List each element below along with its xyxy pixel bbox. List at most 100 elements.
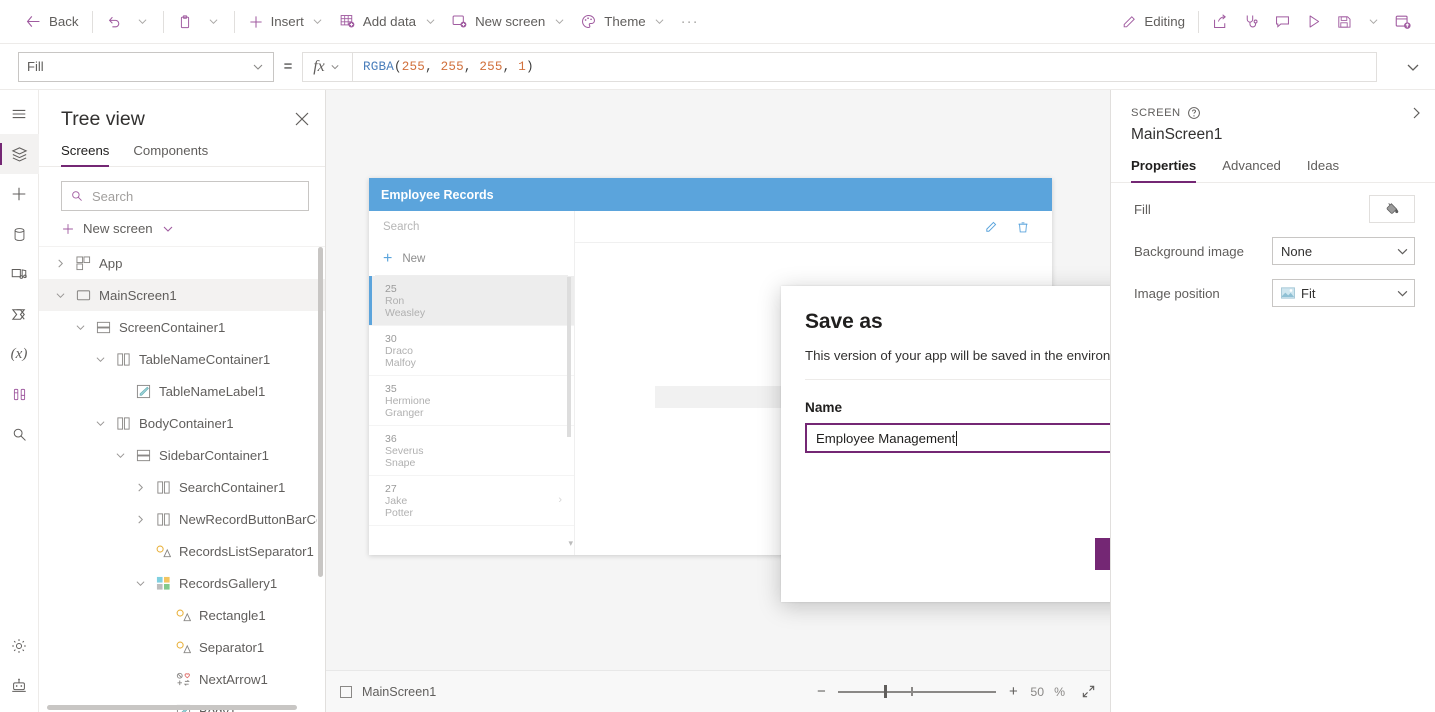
undo-button[interactable] bbox=[99, 6, 129, 38]
rail-media-button[interactable] bbox=[0, 254, 39, 294]
tree-search-input[interactable]: Search bbox=[61, 181, 309, 211]
tab-screens[interactable]: Screens bbox=[61, 143, 110, 167]
tab-advanced[interactable]: Advanced bbox=[1222, 158, 1281, 182]
tree-node-screencontainer1[interactable]: ScreenContainer1 bbox=[39, 311, 325, 343]
chevron-down-icon[interactable] bbox=[93, 355, 107, 364]
layers-icon bbox=[11, 146, 27, 162]
editing-mode-button[interactable]: Editing bbox=[1114, 6, 1192, 38]
formula-expand-button[interactable] bbox=[1391, 60, 1435, 74]
tab-ideas[interactable]: Ideas bbox=[1307, 158, 1339, 182]
tree-node-list[interactable]: App MainScreen1 ScreenContainer1 TableNameC… bbox=[39, 246, 325, 712]
chevron-down-icon[interactable] bbox=[53, 291, 67, 300]
property-selector[interactable]: Fill bbox=[18, 51, 274, 82]
insert-button[interactable]: Insert bbox=[241, 6, 332, 38]
tree-node-tablenamecontainer1[interactable]: TableNameContainer1 bbox=[39, 343, 325, 375]
back-button[interactable]: Back bbox=[18, 6, 86, 38]
zoom-out-button[interactable]: − bbox=[814, 683, 828, 700]
chevron-right-icon[interactable] bbox=[133, 483, 147, 492]
undo-dropdown[interactable] bbox=[129, 6, 157, 38]
chevron-right-icon[interactable] bbox=[133, 515, 147, 524]
plus-icon bbox=[12, 187, 26, 201]
tree-node-separator1[interactable]: Separator1 bbox=[39, 631, 325, 663]
property-label-background-image: Background image bbox=[1134, 243, 1244, 259]
save-button[interactable] bbox=[1329, 6, 1359, 38]
theme-button[interactable]: Theme bbox=[573, 6, 673, 38]
rail-copilot-button[interactable] bbox=[0, 666, 39, 706]
gallery-record-item[interactable]: 30 Draco Malfoy bbox=[369, 326, 574, 376]
rail-power-automate-button[interactable] bbox=[0, 294, 39, 334]
rail-variables-button[interactable]: (x) bbox=[0, 334, 39, 374]
chevron-down-icon[interactable] bbox=[113, 451, 127, 460]
chevron-down-icon[interactable] bbox=[73, 323, 87, 332]
tree-node-mainscreen1[interactable]: MainScreen1 bbox=[39, 279, 325, 311]
gallery-record-item[interactable]: 27 Jake Potter › bbox=[369, 476, 574, 526]
chevron-right-icon[interactable]: › bbox=[558, 494, 562, 506]
chevron-down-icon[interactable] bbox=[93, 419, 107, 428]
rail-search-button[interactable] bbox=[0, 414, 39, 454]
new-screen-menu-button[interactable]: New screen bbox=[39, 211, 325, 246]
gallery-record-item[interactable]: 35 Hermione Granger bbox=[369, 376, 574, 426]
record-last-name: Malfoy bbox=[385, 357, 416, 369]
paste-dropdown[interactable] bbox=[200, 6, 228, 38]
fit-to-screen-button[interactable] bbox=[1081, 684, 1096, 699]
label-icon bbox=[134, 384, 152, 399]
tab-properties[interactable]: Properties bbox=[1131, 158, 1197, 183]
save-dropdown[interactable] bbox=[1359, 6, 1387, 38]
tree-node-sidebarcontainer1[interactable]: SidebarContainer1 bbox=[39, 439, 325, 471]
zoom-in-button[interactable]: + bbox=[1006, 683, 1020, 700]
delete-record-icon[interactable] bbox=[1016, 220, 1030, 234]
canvas-area[interactable]: Employee Records Search + New 25 Ron Weasl… bbox=[326, 90, 1301, 670]
property-label-image-position: Image position bbox=[1134, 285, 1220, 301]
new-screen-button[interactable]: New screen bbox=[444, 6, 573, 38]
image-position-dropdown[interactable]: Fit bbox=[1272, 279, 1415, 307]
chevron-down-icon[interactable]: ▾ bbox=[568, 538, 573, 549]
more-commands-button[interactable]: ··· bbox=[674, 6, 706, 38]
chevron-down-icon[interactable] bbox=[133, 579, 147, 588]
app-checker-button[interactable] bbox=[1236, 6, 1267, 38]
add-data-icon bbox=[339, 13, 356, 30]
tree-node-tablenamelabel1[interactable]: TableNameLabel1 bbox=[39, 375, 325, 407]
record-id: 30 bbox=[385, 333, 397, 345]
rail-tools-button[interactable] bbox=[0, 374, 39, 414]
rail-tree-view-button[interactable] bbox=[0, 134, 39, 174]
fx-button[interactable]: fx bbox=[303, 52, 353, 81]
formula-input[interactable]: RGBA(255, 255, 255, 1) bbox=[353, 53, 1376, 81]
app-search-field[interactable]: Search bbox=[369, 211, 574, 243]
tab-components[interactable]: Components bbox=[133, 143, 208, 166]
gallery-record-item[interactable]: 36 Severus Snape bbox=[369, 426, 574, 476]
publish-button[interactable] bbox=[1387, 6, 1419, 38]
background-image-dropdown[interactable]: None bbox=[1272, 237, 1415, 265]
expand-panel-icon[interactable] bbox=[1409, 106, 1423, 120]
tree-node-bodycontainer1[interactable]: BodyContainer1 bbox=[39, 407, 325, 439]
tree-horizontal-scrollbar[interactable] bbox=[47, 705, 297, 710]
gallery-scrollbar[interactable] bbox=[567, 277, 571, 437]
comments-button[interactable] bbox=[1267, 6, 1298, 38]
edit-record-icon[interactable] bbox=[984, 220, 998, 234]
tree-node-newrecordbuttonbarcontainer1[interactable]: NewRecordButtonBarContainer1 bbox=[39, 503, 325, 535]
tree-node-nextarrow1[interactable]: NextArrow1 bbox=[39, 663, 325, 695]
menu-toggle-button[interactable] bbox=[0, 94, 39, 134]
gallery-record-item[interactable]: 25 Ron Weasley bbox=[369, 276, 574, 326]
rail-settings-button[interactable] bbox=[0, 626, 39, 666]
help-icon[interactable] bbox=[1187, 106, 1201, 120]
tree-node-recordslistseparator1[interactable]: RecordsListSeparator1 bbox=[39, 535, 325, 567]
chevron-right-icon[interactable] bbox=[53, 259, 67, 268]
app-new-record-button[interactable]: + New bbox=[369, 243, 574, 275]
tree-node-searchcontainer1[interactable]: SearchContainer1 bbox=[39, 471, 325, 503]
tree-node-rectangle1[interactable]: Rectangle1 bbox=[39, 599, 325, 631]
paste-button[interactable] bbox=[170, 6, 200, 38]
shape-icon bbox=[174, 608, 192, 623]
tree-node-app[interactable]: App bbox=[39, 247, 325, 279]
share-button[interactable] bbox=[1205, 6, 1236, 38]
close-icon[interactable] bbox=[295, 108, 309, 126]
zoom-slider-handle[interactable] bbox=[884, 685, 888, 698]
tree-node-recordsgallery1[interactable]: RecordsGallery1 bbox=[39, 567, 325, 599]
rail-insert-button[interactable] bbox=[0, 174, 39, 214]
preview-button[interactable] bbox=[1298, 6, 1329, 38]
zoom-slider[interactable] bbox=[838, 685, 997, 699]
rail-data-button[interactable] bbox=[0, 214, 39, 254]
fill-color-button[interactable] bbox=[1369, 195, 1415, 223]
add-data-button[interactable]: Add data bbox=[332, 6, 444, 38]
status-screen-indicator[interactable]: MainScreen1 bbox=[340, 685, 436, 699]
tree-vertical-scrollbar[interactable] bbox=[318, 247, 323, 577]
